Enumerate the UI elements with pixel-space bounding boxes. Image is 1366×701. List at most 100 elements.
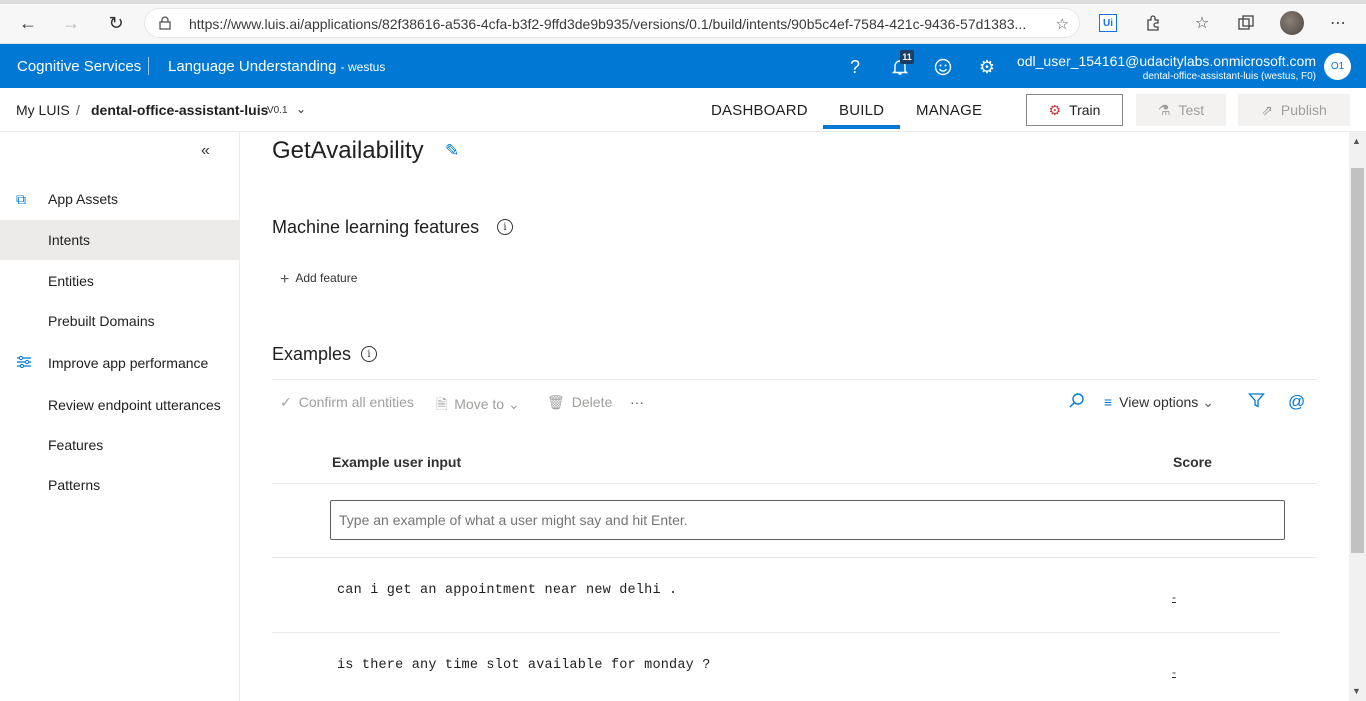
delete-button[interactable]: 🗑 Delete bbox=[547, 394, 612, 411]
move-document-icon: 🗎 bbox=[436, 396, 448, 412]
collapse-sidebar-icon[interactable]: « bbox=[201, 142, 210, 160]
sidebar-item-patterns[interactable]: Patterns bbox=[0, 465, 239, 505]
sidebar-item-entities[interactable]: Entities bbox=[0, 261, 239, 301]
profile-avatar[interactable] bbox=[1280, 11, 1304, 35]
favorites-icon[interactable]: ☆ bbox=[1191, 12, 1213, 34]
edit-pencil-icon[interactable]: ✎ bbox=[445, 141, 459, 161]
train-button[interactable]: ⚙ Train bbox=[1026, 94, 1123, 126]
user-app-info: dental-office-assistant-luis (westus, F0… bbox=[1142, 71, 1316, 82]
entity-at-icon[interactable]: @ bbox=[1288, 392, 1305, 412]
lines-icon: ≡ bbox=[1104, 394, 1113, 410]
tab-manage[interactable]: MANAGE bbox=[916, 102, 982, 119]
left-sidebar: « ⧉ App Assets Intents Entities Prebuilt… bbox=[0, 132, 240, 701]
test-button[interactable]: ⚗ Test bbox=[1136, 94, 1226, 126]
add-feature-label: Add feature bbox=[295, 271, 358, 285]
utterance-text[interactable]: is there any time slot available for mon… bbox=[337, 658, 711, 673]
publish-label: Publish bbox=[1280, 102, 1327, 118]
address-bar[interactable]: https://www.luis.ai/applications/82f3861… bbox=[144, 8, 1080, 38]
utterance-text[interactable]: can i get an appointment near new delhi … bbox=[337, 583, 677, 598]
sidebar-item-label: Review endpoint utterances bbox=[48, 397, 221, 413]
sidebar-item-label: Features bbox=[48, 437, 104, 453]
train-gears-icon: ⚙ bbox=[1048, 101, 1062, 118]
tab-build[interactable]: BUILD bbox=[839, 102, 884, 119]
more-menu-icon[interactable]: ⋯ bbox=[1327, 12, 1349, 34]
header-divider bbox=[272, 483, 1317, 484]
column-header-score[interactable]: Score bbox=[1173, 454, 1212, 470]
sidebar-item-prebuilt-domains[interactable]: Prebuilt Domains bbox=[0, 301, 239, 341]
move-to-button[interactable]: 🗎 Move to ⌄ bbox=[436, 394, 520, 418]
region-label: - westus bbox=[340, 60, 386, 74]
extensions-puzzle-icon[interactable] bbox=[1142, 12, 1164, 34]
app-assets-icon: ⧉ bbox=[16, 190, 26, 207]
more-options-icon[interactable]: ··· bbox=[630, 394, 644, 410]
breadcrumb-my-luis[interactable]: My LUIS bbox=[16, 102, 70, 118]
back-icon[interactable]: ← bbox=[17, 12, 39, 34]
breadcrumb-app-name[interactable]: dental-office-assistant-luis bbox=[91, 102, 268, 118]
help-icon[interactable]: ? bbox=[844, 56, 866, 78]
sidebar-item-label: Entities bbox=[48, 273, 94, 289]
ml-features-heading: Machine learning features bbox=[272, 217, 480, 237]
sidebar-item-label: Intents bbox=[48, 232, 91, 248]
product-title[interactable]: Language Understanding - westus bbox=[168, 58, 385, 75]
url-text[interactable]: https://www.luis.ai/applications/82f3861… bbox=[189, 16, 1039, 32]
lock-icon bbox=[159, 16, 171, 30]
user-email[interactable]: odl_user_154161@udacitylabs.onmicrosoft.… bbox=[1017, 53, 1316, 69]
chevron-down-icon: ⌄ bbox=[1202, 394, 1214, 410]
version-label: V0.1 bbox=[267, 105, 288, 116]
collections-icon[interactable] bbox=[1235, 12, 1257, 34]
info-icon[interactable]: i bbox=[361, 346, 377, 362]
column-header-example-input[interactable]: Example user input bbox=[332, 454, 461, 470]
app-header: Cognitive Services Language Understandin… bbox=[0, 44, 1366, 88]
plus-icon: + bbox=[280, 271, 290, 288]
sidebar-item-intents[interactable]: Intents bbox=[0, 220, 239, 260]
sliders-icon bbox=[16, 355, 32, 372]
settings-gear-icon[interactable]: ⚙ bbox=[976, 56, 998, 78]
scroll-up-arrow-icon[interactable]: ▲ bbox=[1352, 136, 1361, 146]
intent-title: GetAvailability bbox=[272, 137, 424, 164]
sidebar-item-label: Prebuilt Domains bbox=[48, 313, 155, 329]
example-utterance-input[interactable] bbox=[330, 500, 1285, 540]
train-label: Train bbox=[1069, 102, 1101, 118]
add-favorite-icon[interactable]: ☆ bbox=[1056, 15, 1069, 33]
browser-toolbar: ← → ↻ https://www.luis.ai/applications/8… bbox=[0, 0, 1366, 44]
move-to-label: Move to bbox=[454, 396, 505, 412]
search-icon[interactable] bbox=[1068, 392, 1085, 414]
sidebar-item-review-endpoint-utterances[interactable]: Review endpoint utterances bbox=[0, 385, 239, 425]
extension-ui-icon[interactable]: Ui bbox=[1099, 14, 1117, 32]
forward-icon[interactable]: → bbox=[60, 12, 82, 34]
scrollbar-thumb[interactable] bbox=[1351, 168, 1364, 553]
filter-icon[interactable] bbox=[1248, 392, 1265, 414]
brand-link[interactable]: Cognitive Services bbox=[17, 58, 141, 75]
refresh-icon[interactable]: ↻ bbox=[105, 12, 127, 34]
notification-count-badge: 11 bbox=[900, 50, 914, 64]
header-divider bbox=[148, 57, 149, 75]
sidebar-item-features[interactable]: Features bbox=[0, 425, 239, 465]
checkmark-icon: ✓ bbox=[280, 394, 292, 410]
version-chevron-down-icon[interactable]: ⌄ bbox=[296, 102, 306, 116]
info-icon[interactable]: i bbox=[497, 219, 513, 235]
sidebar-item-label: Patterns bbox=[48, 477, 101, 493]
delete-label: Delete bbox=[571, 394, 613, 410]
scroll-down-arrow-icon[interactable]: ▼ bbox=[1352, 686, 1361, 696]
tab-dashboard[interactable]: DASHBOARD bbox=[711, 102, 808, 119]
examples-heading: Examples bbox=[272, 344, 352, 364]
publish-button[interactable]: ⇗ Publish bbox=[1238, 94, 1350, 126]
utterance-score: - bbox=[1172, 665, 1176, 679]
feedback-smiley-icon[interactable] bbox=[932, 56, 954, 78]
confirm-all-entities-button[interactable]: ✓ Confirm all entities bbox=[280, 394, 414, 411]
sidebar-item-label: App Assets bbox=[48, 191, 119, 207]
sidebar-item-label: Improve app performance bbox=[48, 355, 209, 371]
add-feature-button[interactable]: + Add feature bbox=[280, 271, 357, 289]
breadcrumb-separator: / bbox=[76, 102, 80, 118]
sidebar-item-improve-app-performance[interactable]: Improve app performance bbox=[0, 343, 239, 383]
active-tab-indicator bbox=[823, 125, 900, 129]
utterance-score: - bbox=[1172, 590, 1176, 604]
examples-toolbar: ✓ Confirm all entities 🗎 Move to ⌄ 🗑 Delete… bbox=[272, 379, 1317, 424]
tab-strip bbox=[0, 0, 1366, 4]
confirm-all-label: Confirm all entities bbox=[298, 394, 414, 410]
view-options-label: View options bbox=[1119, 394, 1199, 410]
sidebar-item-app-assets[interactable]: ⧉ App Assets bbox=[0, 179, 239, 219]
row-divider bbox=[272, 557, 1317, 558]
view-options-button[interactable]: ≡ View options ⌄ bbox=[1104, 394, 1214, 411]
user-avatar[interactable]: O1 bbox=[1324, 53, 1351, 80]
